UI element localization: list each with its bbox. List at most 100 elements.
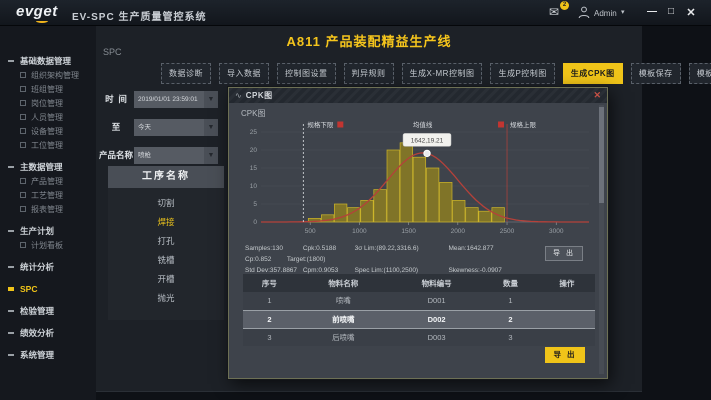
stat-target: Target:(1800) <box>287 254 339 265</box>
table-row[interactable]: 3 后喷嘴 D003 3 <box>243 328 595 346</box>
sidebar-item-station[interactable]: 工位管理 <box>0 138 96 152</box>
sidebar-item-team[interactable]: 班组管理 <box>0 82 96 96</box>
dialog-close-icon[interactable]: ✕ <box>593 90 601 101</box>
svg-text:0: 0 <box>253 219 257 226</box>
to-label: 至 <box>98 121 134 133</box>
col-qty: 数量 <box>482 274 538 292</box>
product-select[interactable]: 喷枪▼ <box>134 147 218 164</box>
chevron-down-icon: ▼ <box>204 119 218 136</box>
cpk-histogram-chart[interactable]: 051015202550010001500200025003000规格下限均值线… <box>237 118 601 240</box>
app-window: evget EV-SPC 生产质量管控系统 ✉ 2 Admin ▾ — □ ✕ … <box>0 0 711 400</box>
template-save-button[interactable]: 模板保存 <box>631 63 681 84</box>
time-filter-row: 时 间 2019/01/01 23:59:01▼ <box>98 90 218 108</box>
dialog-scrollbar[interactable] <box>599 105 604 374</box>
time-label: 时 间 <box>98 93 134 105</box>
cpk-chart-button[interactable]: 生成CPK图 <box>563 63 623 84</box>
sidebar-item-device[interactable]: 设备管理 <box>0 124 96 138</box>
user-icon[interactable] <box>578 6 590 24</box>
table-header-row: 序号 物料名称 物料编号 数量 操作 <box>243 274 595 292</box>
stat-samples: Samples:130 <box>245 243 301 254</box>
scrollbar-thumb[interactable] <box>599 107 604 203</box>
report-icon <box>20 206 26 212</box>
p-chart-button[interactable]: 生成P控制图 <box>490 63 554 84</box>
station-icon <box>20 142 26 148</box>
chevron-down-icon: ▼ <box>204 91 218 108</box>
process-icon <box>20 192 26 198</box>
sidebar-section-inspection[interactable]: 检验管理 <box>0 303 96 318</box>
cpk-dialog-header[interactable]: ∿ CPK图 ✕ <box>229 88 607 103</box>
export-chart-button[interactable]: 导 出 <box>545 246 583 261</box>
process-list: 切割 焊接 打孔 铣槽 开槽 抛光 <box>108 188 224 320</box>
process-item-polish[interactable]: 抛光 <box>108 289 224 308</box>
cpk-dialog-title: CPK图 <box>246 90 273 101</box>
sidebar-item-people[interactable]: 人员管理 <box>0 110 96 124</box>
svg-text:1000: 1000 <box>352 228 367 235</box>
export-table-button[interactable]: 导 出 <box>545 347 585 363</box>
svg-text:10: 10 <box>250 183 258 190</box>
table-row[interactable]: 1 喷嘴 D001 1 <box>243 292 595 310</box>
user-name[interactable]: Admin <box>594 9 617 18</box>
sidebar-section-production-plan[interactable]: 生产计划 <box>0 223 96 238</box>
minimize-button[interactable]: — <box>644 6 660 17</box>
sidebar-section-spc[interactable]: SPC <box>0 281 96 296</box>
import-data-button[interactable]: 导入数据 <box>219 63 269 84</box>
svg-text:规格下限: 规格下限 <box>307 120 334 129</box>
people-icon <box>20 114 26 120</box>
close-button[interactable]: ✕ <box>683 6 699 19</box>
process-list-header: 工序名称 <box>108 166 224 188</box>
mail-badge: 2 <box>560 1 569 10</box>
col-seq: 序号 <box>243 274 296 292</box>
data-diagnosis-button[interactable]: 数据诊断 <box>161 63 211 84</box>
sidebar: 基础数据管理 组织架构管理 班组管理 岗位管理 人员管理 设备管理 工位管理 主… <box>0 26 96 400</box>
stats-row-1: Samples:130 Cpk:0.5188 3σ Lim:(89.22,331… <box>245 243 555 265</box>
svg-text:均值线: 均值线 <box>413 120 433 129</box>
sidebar-section-system[interactable]: 系统管理 <box>0 347 96 362</box>
xmr-chart-button[interactable]: 生成X-MR控制图 <box>402 63 483 84</box>
collapse-icon <box>8 332 14 334</box>
sidebar-item-report[interactable]: 报表管理 <box>0 202 96 216</box>
control-chart-settings-button[interactable]: 控制图设置 <box>277 63 336 84</box>
svg-text:3000: 3000 <box>549 228 564 235</box>
sidebar-item-post[interactable]: 岗位管理 <box>0 96 96 110</box>
logo-swoosh <box>36 19 48 23</box>
svg-text:5: 5 <box>253 201 257 208</box>
mail-icon[interactable]: ✉ <box>549 5 559 19</box>
sidebar-section-master-data[interactable]: 主数据管理 <box>0 159 96 174</box>
collapse-icon <box>8 266 14 268</box>
process-item-cut[interactable]: 切割 <box>108 194 224 213</box>
sidebar-item-plan-board[interactable]: 计划看板 <box>0 238 96 252</box>
stat-3sigma-lim: 3σ Lim:(89.22,3316.6) <box>355 243 447 254</box>
sidebar-section-performance[interactable]: 绩效分析 <box>0 325 96 340</box>
stat-cp: Cp:0.852 <box>245 254 285 265</box>
titlebar: evget EV-SPC 生产质量管控系统 ✉ 2 Admin ▾ — □ ✕ <box>0 0 711 26</box>
sidebar-item-process[interactable]: 工艺管理 <box>0 188 96 202</box>
process-item-slot[interactable]: 开槽 <box>108 270 224 289</box>
svg-text:规格上限: 规格上限 <box>510 120 537 129</box>
team-icon <box>20 86 26 92</box>
org-icon <box>20 72 26 78</box>
post-icon <box>20 100 26 106</box>
cpk-chart-icon: ∿ <box>235 91 242 100</box>
process-item-drill[interactable]: 打孔 <box>108 232 224 251</box>
col-material-code: 物料编号 <box>391 274 483 292</box>
device-icon <box>20 128 26 134</box>
product-filter-row: 产品名称 喷枪▼ <box>98 146 218 164</box>
rule-settings-button[interactable]: 判异规则 <box>344 63 394 84</box>
sidebar-item-org[interactable]: 组织架构管理 <box>0 68 96 82</box>
process-item-mill[interactable]: 铣槽 <box>108 251 224 270</box>
stat-cpk: Cpk:0.5188 <box>303 243 353 254</box>
process-item-weld[interactable]: 焊接 <box>108 213 224 232</box>
svg-text:2000: 2000 <box>451 228 466 235</box>
sidebar-section-basic-data[interactable]: 基础数据管理 <box>0 53 96 68</box>
time-select[interactable]: 2019/01/01 23:59:01▼ <box>134 91 218 108</box>
sidebar-section-statistics[interactable]: 统计分析 <box>0 259 96 274</box>
svg-text:1500: 1500 <box>401 228 416 235</box>
sidebar-item-product[interactable]: 产品管理 <box>0 174 96 188</box>
chevron-down-icon[interactable]: ▾ <box>621 8 625 16</box>
table-row-selected[interactable]: 2 前喷嘴 D002 2 <box>243 310 595 328</box>
product-label: 产品名称 <box>98 149 134 161</box>
time-to-select[interactable]: 今天▼ <box>134 119 218 136</box>
template-manage-button[interactable]: 模板管理 <box>689 63 711 84</box>
maximize-button[interactable]: □ <box>663 6 679 17</box>
col-material-name: 物料名称 <box>296 274 391 292</box>
